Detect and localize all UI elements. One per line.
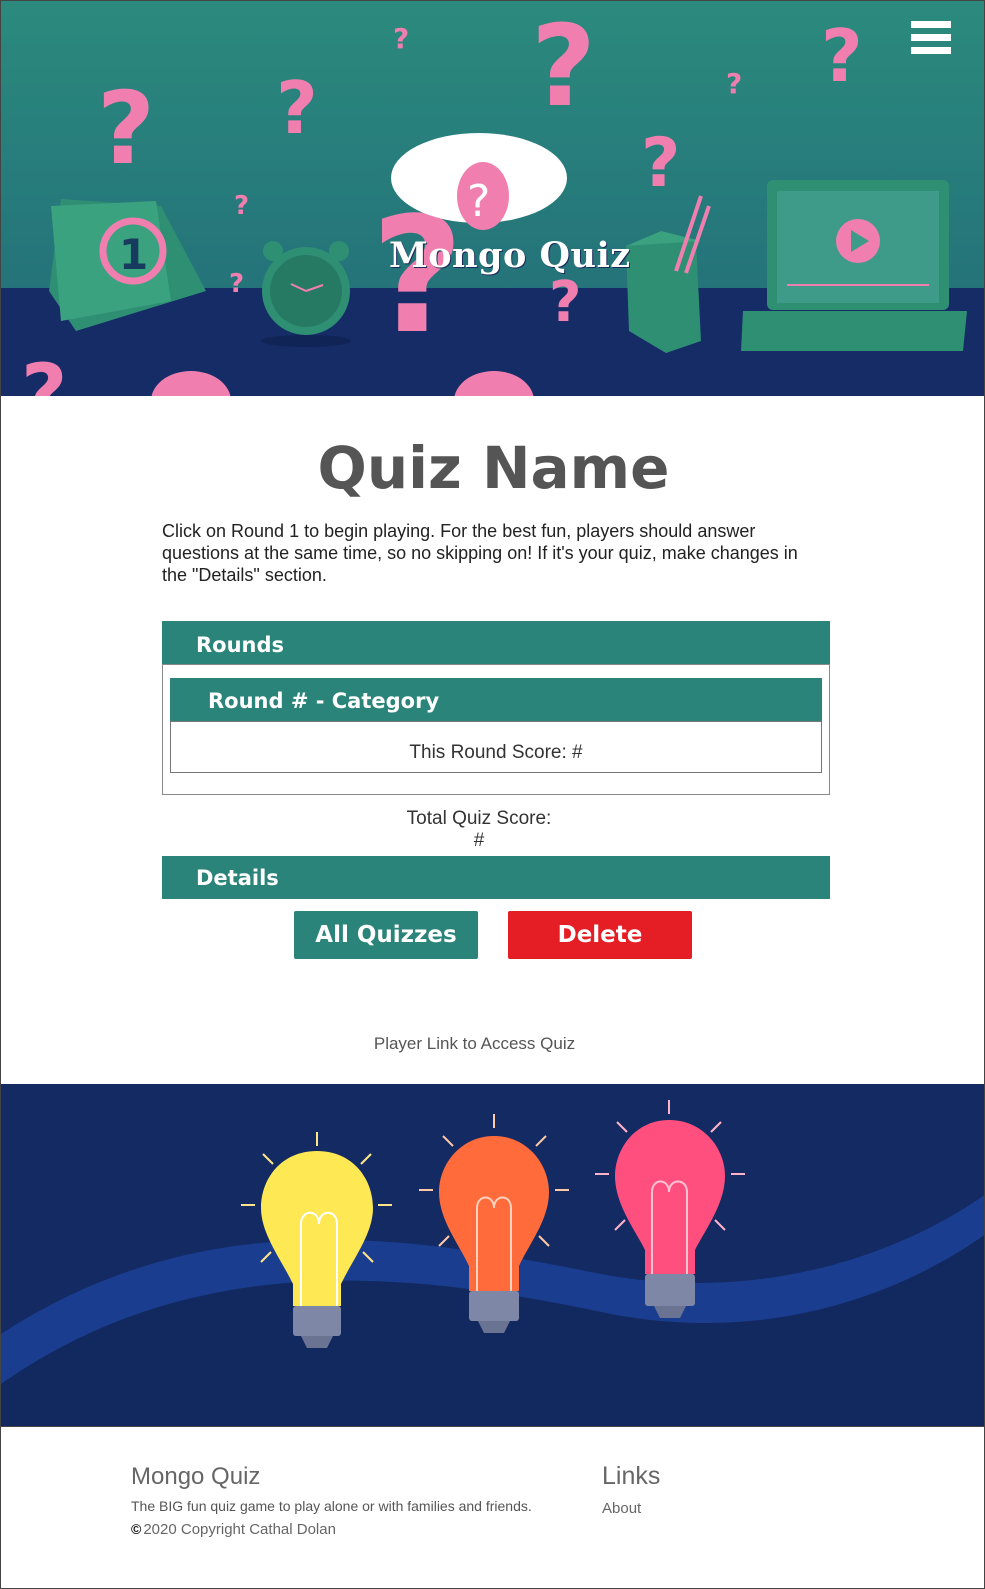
round-score: This Round Score: #	[170, 721, 822, 773]
svg-text:?: ?	[549, 270, 581, 335]
svg-text:1: 1	[119, 230, 148, 279]
player-link[interactable]: Player Link to Access Quiz	[1, 1034, 948, 1054]
footer-about-link[interactable]: About	[602, 1500, 641, 1517]
menu-line	[911, 21, 951, 28]
details-header[interactable]: Details	[162, 856, 830, 899]
all-quizzes-button[interactable]: All Quizzes	[294, 911, 478, 959]
quiz-title: Quiz Name	[317, 434, 670, 502]
footer: Mongo Quiz The BIG fun quiz game to play…	[1, 1426, 984, 1588]
copyright-text: 2020 Copyright Cathal Dolan	[143, 1521, 336, 1538]
svg-text:?: ?	[97, 70, 155, 187]
hero-banner: ? ? ? ? ? ? ? ? ? ? ? ? 1 ? Mongo Quiz	[1, 1, 984, 396]
page-frame: ? ? ? ? ? ? ? ? ? ? ? ? 1 ? Mongo Quiz Q…	[0, 0, 985, 1589]
rounds-header[interactable]: Rounds	[162, 621, 830, 664]
svg-text:?: ?	[641, 124, 680, 203]
hero-illustration: ? ? ? ? ? ? ? ? ? ? ? ? 1 ?	[1, 1, 984, 396]
total-score-value: #	[473, 830, 485, 851]
footer-copyright: © 2020 Copyright Cathal Dolan	[131, 1521, 336, 1538]
rounds-panel: Round # - Category This Round Score: #	[162, 664, 830, 795]
total-score-label: Total Quiz Score:	[406, 808, 552, 829]
footer-brand: Mongo Quiz	[131, 1463, 261, 1490]
hamburger-menu-icon[interactable]	[911, 21, 951, 59]
main-content: Quiz Name Click on Round 1 to begin play…	[1, 396, 984, 1084]
lightbulb-banner	[1, 1084, 984, 1426]
menu-line	[911, 47, 951, 54]
svg-text:?: ?	[21, 347, 67, 396]
svg-text:?: ?	[393, 22, 409, 55]
footer-tagline: The BIG fun quiz game to play alone or w…	[131, 1498, 532, 1514]
svg-text:?: ?	[276, 66, 318, 150]
svg-text:?: ?	[821, 14, 863, 98]
intro-text: Click on Round 1 to begin playing. For t…	[162, 521, 798, 585]
footer-links-title: Links	[602, 1462, 661, 1490]
delete-button[interactable]: Delete	[508, 911, 692, 959]
svg-text:?: ?	[229, 269, 244, 299]
round-item-header[interactable]: Round # - Category	[170, 678, 822, 721]
svg-text:?: ?	[531, 2, 596, 132]
lightbulbs-illustration	[1, 1084, 984, 1426]
svg-text:?: ?	[467, 176, 490, 227]
logo-text[interactable]: Mongo Quiz	[389, 235, 631, 276]
laptop-illustration	[741, 180, 967, 351]
menu-line	[911, 34, 951, 41]
svg-text:?: ?	[234, 191, 249, 221]
svg-text:?: ?	[726, 67, 742, 100]
copyright-icon: ©	[131, 1521, 142, 1537]
